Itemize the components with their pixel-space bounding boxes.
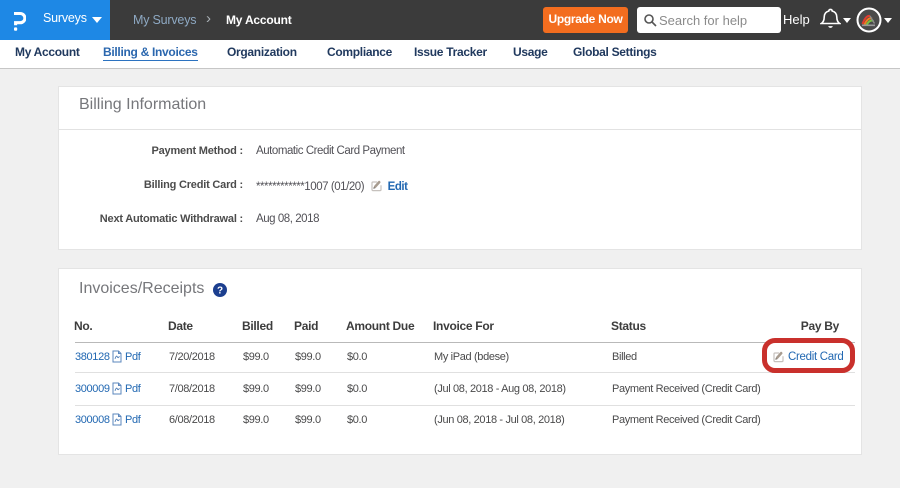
- svg-text:?: ?: [217, 286, 223, 297]
